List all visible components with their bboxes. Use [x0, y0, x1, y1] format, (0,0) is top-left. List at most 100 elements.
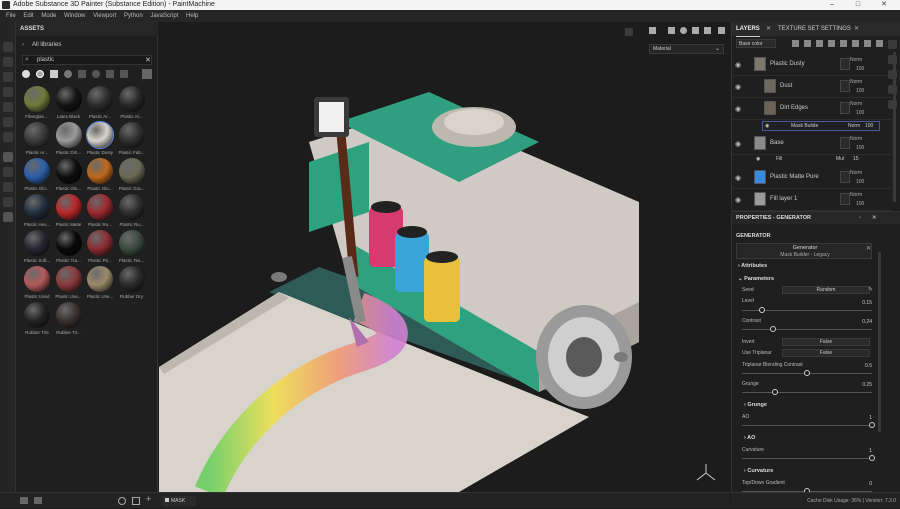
viewport-3d[interactable]: Material ⌄: [159, 22, 730, 492]
ao-value[interactable]: 1: [842, 415, 872, 421]
curvature-slider[interactable]: [742, 458, 872, 459]
eye-icon[interactable]: ◉: [735, 174, 741, 182]
tab-texture-set-settings[interactable]: TEXTURE SET SETTINGS: [778, 22, 851, 36]
level-value[interactable]: 0.15: [842, 300, 872, 306]
asset-thumbnail[interactable]: [118, 86, 145, 112]
menu-file[interactable]: File: [6, 10, 16, 22]
attributes-section[interactable]: › Attributes: [738, 263, 767, 269]
list-view-icon[interactable]: [20, 497, 28, 504]
generator-picker[interactable]: Generator Mask Builder - Legacy ✕: [736, 243, 872, 259]
menu-mode[interactable]: Mode: [41, 10, 56, 22]
grid-view-icon[interactable]: [142, 69, 152, 79]
add-smart-material-icon[interactable]: [840, 40, 847, 47]
close-texture-tab-icon[interactable]: ✕: [854, 22, 859, 36]
layer-blend-mode[interactable]: Norm: [850, 101, 862, 107]
asset-thumbnail[interactable]: [87, 194, 113, 220]
contrast-slider[interactable]: [742, 329, 872, 330]
delete-layer-icon[interactable]: [876, 40, 883, 47]
asset-thumbnail[interactable]: [55, 302, 82, 328]
asset-thumbnail[interactable]: [118, 230, 145, 256]
blend-contrast-slider-handle[interactable]: [804, 370, 810, 376]
close-properties-icon[interactable]: ✕: [872, 212, 877, 224]
picker-tool-icon[interactable]: [3, 132, 13, 142]
eye-icon[interactable]: ◉: [756, 155, 760, 163]
add-paint-layer-icon[interactable]: [816, 40, 823, 47]
add-mask-icon[interactable]: [804, 40, 811, 47]
search-input[interactable]: ⌕ plastic ✕: [22, 55, 152, 65]
history-icon[interactable]: [3, 182, 13, 192]
menu-edit[interactable]: Edit: [23, 10, 33, 22]
menu-python[interactable]: Python: [124, 10, 143, 22]
layer-blend-mode[interactable]: Norm: [850, 192, 862, 198]
paint-brush-tool-icon[interactable]: [3, 42, 13, 52]
display-settings-icon[interactable]: [888, 55, 897, 64]
seed-field[interactable]: Random: [782, 286, 870, 294]
eye-icon[interactable]: ◉: [735, 196, 741, 204]
projection-tool-icon[interactable]: [3, 72, 13, 82]
filter-textures-icon[interactable]: [50, 70, 58, 78]
shader-settings-icon[interactable]: [888, 70, 897, 79]
channel-select[interactable]: Base color: [736, 39, 776, 48]
library-chevron-icon[interactable]: ›: [22, 42, 24, 48]
log-panel-icon[interactable]: [888, 100, 897, 109]
grunge-slider[interactable]: [742, 392, 872, 393]
filter-materials-icon[interactable]: [22, 70, 30, 78]
grunge-value[interactable]: 0.25: [842, 382, 872, 388]
ao-slider[interactable]: [742, 425, 872, 426]
layer-row[interactable]: ◉ Plastic Dusty Norm 100: [732, 54, 892, 76]
import-icon[interactable]: [132, 497, 140, 505]
asset-thumbnail[interactable]: [87, 158, 113, 184]
close-layers-tab-icon[interactable]: ✕: [766, 22, 771, 36]
asset-thumbnail[interactable]: [87, 86, 113, 112]
layer-blend-mode[interactable]: Norm: [850, 57, 862, 63]
filter-tools-icon[interactable]: [78, 70, 86, 78]
layer-opacity[interactable]: 100: [856, 110, 864, 116]
ao-section[interactable]: › AO: [744, 435, 755, 441]
layer-mask-thumbnail[interactable]: [840, 171, 850, 183]
level-slider-handle[interactable]: [758, 307, 765, 313]
asset-thumbnail[interactable]: [87, 230, 113, 256]
asset-thumbnail[interactable]: [55, 266, 82, 292]
layer-mask-thumbnail[interactable]: [840, 58, 850, 70]
maximize-button[interactable]: □: [845, 0, 871, 10]
contrast-slider-handle[interactable]: [770, 326, 777, 332]
ao-slider-handle[interactable]: [869, 422, 875, 428]
library-breadcrumb[interactable]: All libraries: [32, 42, 61, 48]
pause-icon[interactable]: [649, 27, 656, 34]
screenshot-icon[interactable]: [718, 27, 725, 34]
curvature-slider-handle[interactable]: [869, 455, 875, 461]
float-panel-icon[interactable]: ▫: [859, 212, 861, 224]
tab-layers[interactable]: LAYERS: [736, 22, 760, 37]
layer-blend-mode[interactable]: Norm: [850, 136, 862, 142]
asset-thumbnail[interactable]: [118, 158, 145, 184]
clone-tool-icon[interactable]: [3, 117, 13, 127]
parameters-section[interactable]: ⌄ Parameters: [738, 276, 774, 282]
assets-panel-icon[interactable]: [3, 152, 13, 162]
refresh-icon[interactable]: [118, 497, 126, 505]
contrast-value[interactable]: 0.24: [842, 319, 872, 325]
filter-presets-icon[interactable]: [106, 70, 114, 78]
layer-row[interactable]: ◉ Fill layer 1 Norm 100: [732, 189, 892, 211]
mask-mode-button[interactable]: MASK: [162, 496, 196, 506]
menu-javascript[interactable]: JavaScript: [150, 10, 178, 22]
asset-thumbnail[interactable]: [24, 122, 50, 148]
add-fill-layer-icon[interactable]: [828, 40, 835, 47]
viewport-toggle-icon[interactable]: [625, 28, 633, 36]
layer-mask-thumbnail[interactable]: [840, 80, 850, 92]
asset-thumbnail[interactable]: [86, 121, 114, 149]
mask-builder-row[interactable]: ◉ Mask Builde Norm 100: [762, 121, 880, 131]
asset-thumbnail[interactable]: [118, 194, 145, 220]
curvature-value[interactable]: 1: [842, 448, 872, 454]
layer-opacity[interactable]: 100: [856, 66, 864, 72]
blend-contrast-value[interactable]: 0.5: [842, 363, 872, 369]
layer-blend-mode[interactable]: Norm: [850, 79, 862, 85]
layer-opacity[interactable]: 100: [856, 88, 864, 94]
asset-thumbnail[interactable]: [55, 158, 82, 184]
eye-icon[interactable]: ◉: [735, 105, 741, 113]
layer-opacity[interactable]: 100: [856, 201, 864, 207]
texture-set-list-icon[interactable]: [888, 40, 897, 49]
duplicate-icon[interactable]: [864, 40, 871, 47]
grunge-section[interactable]: › Grunge: [744, 402, 767, 408]
folder-view-icon[interactable]: [34, 497, 42, 504]
eye-icon[interactable]: ◉: [735, 61, 741, 69]
